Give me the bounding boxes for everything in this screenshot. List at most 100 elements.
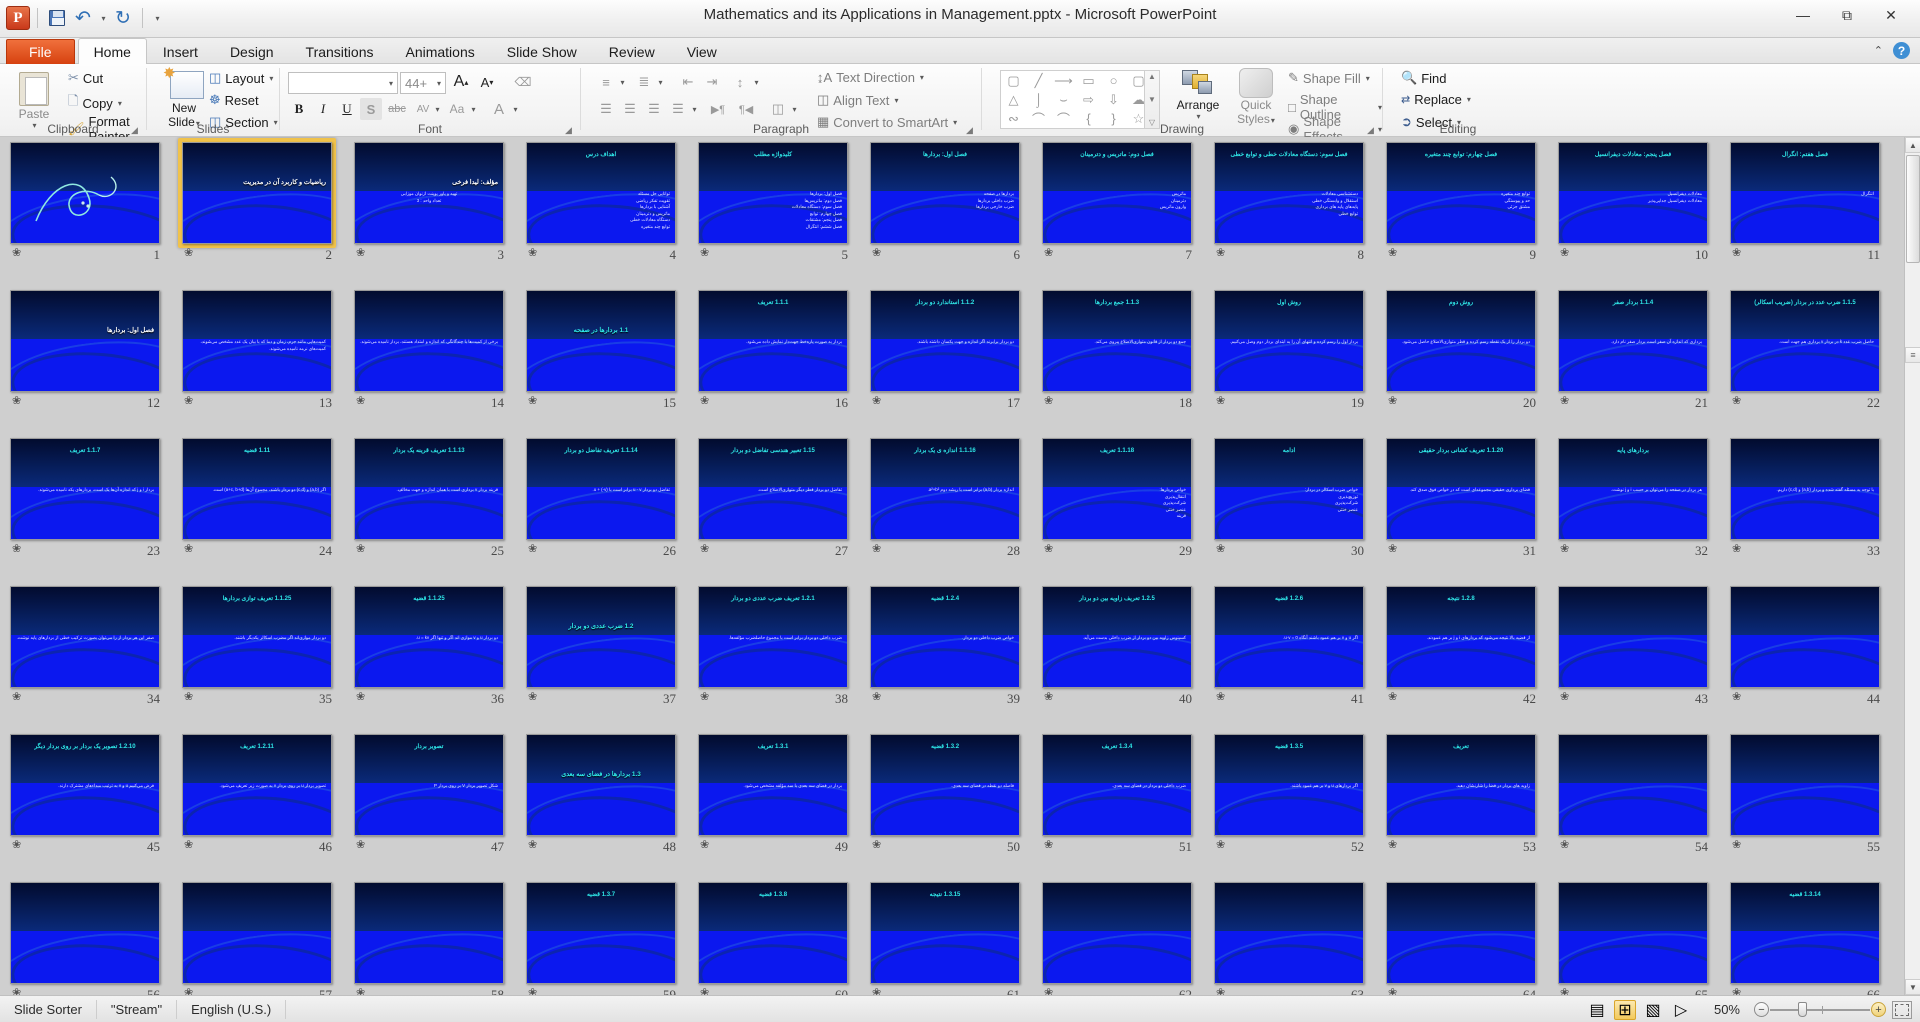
slide-thumbnail[interactable]: 1.1 بردارها در صفحه bbox=[526, 290, 676, 392]
columns-button[interactable]: ◫ bbox=[767, 98, 789, 120]
slide-thumbnail[interactable]: 1.2.1 تعریف ضرب عددی دو بردار ضرب داخلی د… bbox=[698, 586, 848, 688]
collapse-ribbon-icon[interactable]: ⌃ bbox=[1874, 44, 1883, 57]
slide-transition-icon[interactable]: ❀ bbox=[356, 988, 365, 996]
slide-transition-icon[interactable]: ❀ bbox=[700, 248, 709, 259]
slide-transition-icon[interactable]: ❀ bbox=[1216, 692, 1225, 703]
slide-thumbnail-cell[interactable]: صفر این هر بردار از را می‌توان بصورت ترک… bbox=[0, 581, 172, 729]
slide-thumbnail[interactable] bbox=[1042, 882, 1192, 984]
slide-thumbnail[interactable]: 1.1.7 تعریف بردار i و j که اندازه آن‌ها ی… bbox=[10, 438, 160, 540]
slide-thumbnail[interactable] bbox=[10, 882, 160, 984]
copy-button[interactable]: 🗋 Copy ▾ bbox=[68, 92, 122, 114]
slide-thumbnail-cell[interactable]: روش دوم دو بردار را از یک نقطه رسم کرده و… bbox=[1376, 285, 1548, 433]
scroll-down-button[interactable]: ▼ bbox=[1905, 979, 1920, 995]
scroll-up-icon[interactable]: ▲ bbox=[1148, 72, 1156, 81]
slide-transition-icon[interactable]: ❀ bbox=[1044, 988, 1053, 996]
slide-thumbnail[interactable]: 1.1.25 قضیه دو بردار u و v موازی اند اگر … bbox=[354, 586, 504, 688]
slide-thumbnail-cell[interactable]: روش اول بردار اول را رسم کرده و انتهای آن… bbox=[1204, 285, 1376, 433]
slide-thumbnail-cell[interactable]: 1.2.6 قضیه اگر u و v بر هم عمود باشند آنگ… bbox=[1204, 581, 1376, 729]
slide-thumbnail[interactable]: 1.1.14 تعریف تفاضل دو بردار تفاضل دو بردا… bbox=[526, 438, 676, 540]
slide-thumbnail-cell[interactable]: 1.2.1 تعریف ضرب عددی دو بردار ضرب داخلی د… bbox=[688, 581, 860, 729]
slide-thumbnail[interactable]: 1.3.15 نتیجه bbox=[870, 882, 1020, 984]
arrow-shape-icon[interactable]: ⟶ bbox=[1051, 71, 1076, 90]
shapes-gallery-scrollbar[interactable]: ▲ ▼ ▽ bbox=[1144, 71, 1159, 128]
justify-dropdown[interactable]: ▾ bbox=[689, 98, 699, 120]
slide-transition-icon[interactable]: ❀ bbox=[184, 544, 193, 555]
slide-thumbnail-cell[interactable]: ❀ 54 bbox=[1548, 729, 1720, 877]
slide-thumbnail[interactable] bbox=[1386, 882, 1536, 984]
slide-thumbnail[interactable]: 1.1.1 تعریف بردار به صورت پاره‌خط جهت‌دار… bbox=[698, 290, 848, 392]
drawing-dialog-launcher[interactable]: ◢ bbox=[1367, 125, 1378, 136]
slide-transition-icon[interactable]: ❀ bbox=[356, 248, 365, 259]
slide-thumbnail-cell[interactable]: فصل اول: بردارها بردارها در صفحه ضرب داخل… bbox=[860, 137, 1032, 285]
slide-thumbnail-cell[interactable]: 1.1.1 تعریف بردار به صورت پاره‌خط جهت‌دار… bbox=[688, 285, 860, 433]
slide-thumbnail-cell[interactable]: اهداف درس توانایی حل مسئله تقویت تفکر ریا… bbox=[516, 137, 688, 285]
align-left-button[interactable]: ☰ bbox=[595, 98, 617, 120]
slide-thumbnail[interactable] bbox=[1730, 586, 1880, 688]
slide-thumbnail[interactable] bbox=[1558, 882, 1708, 984]
slide-transition-icon[interactable]: ❀ bbox=[1216, 396, 1225, 407]
slide-transition-icon[interactable]: ❀ bbox=[1388, 544, 1397, 555]
slide-thumbnail[interactable]: 1.1.5 ضرب عدد در بردار (ضریب اسکالر) حاصل… bbox=[1730, 290, 1880, 392]
slide-thumbnail-cell[interactable]: فصل پنجم: معادلات دیفرانسیل معادلات دیفرا… bbox=[1548, 137, 1720, 285]
theme-status[interactable]: "Stream" bbox=[97, 999, 178, 1019]
slide-transition-icon[interactable]: ❀ bbox=[12, 988, 21, 996]
slide-transition-icon[interactable]: ❀ bbox=[1732, 396, 1741, 407]
decrease-indent-button[interactable]: ⇤ bbox=[677, 71, 699, 93]
slide-thumbnail[interactable]: فصل چهارم: توابع چند متغیره توابع چند متغ… bbox=[1386, 142, 1536, 244]
slide-transition-icon[interactable]: ❀ bbox=[1388, 396, 1397, 407]
slide-transition-icon[interactable]: ❀ bbox=[1216, 544, 1225, 555]
slide-thumbnail-cell[interactable]: ❀ 65 bbox=[1548, 877, 1720, 995]
slide-thumbnail[interactable]: 1.3.5 قضیه اگر بردارهای u و v بر هم عمود … bbox=[1214, 734, 1364, 836]
zoom-in-button[interactable]: + bbox=[1871, 1002, 1886, 1017]
slide-transition-icon[interactable]: ❀ bbox=[1732, 988, 1741, 996]
slide-thumbnail[interactable]: 1.2.4 قضیه خواص ضرب داخلی دو بردار. bbox=[870, 586, 1020, 688]
slide-thumbnail[interactable]: 1.11 قضیه اگر (a,b) و (c,d) دو بردار باشن… bbox=[182, 438, 332, 540]
slide-thumbnail[interactable]: 1.3.14 قضیه bbox=[1730, 882, 1880, 984]
elbow-connector-icon[interactable]: ⌡ bbox=[1026, 90, 1051, 109]
slide-transition-icon[interactable]: ❀ bbox=[700, 396, 709, 407]
oval-shape-icon[interactable]: ○ bbox=[1101, 71, 1126, 90]
slide-thumbnail-cell[interactable]: 1.1.18 تعریف خواص بردارها: انتقال‌پذیری ش… bbox=[1032, 433, 1204, 581]
character-spacing-dropdown[interactable]: ▾ bbox=[432, 98, 442, 120]
slide-thumbnail[interactable]: بردارهای پایه هر بردار در صفحه را می‌توان… bbox=[1558, 438, 1708, 540]
elbow-arrow-icon[interactable]: ⌣ bbox=[1051, 90, 1076, 109]
slide-thumbnail-cell[interactable]: 1.2.8 نتیجه از قضیه بالا نتیجه می‌شود که … bbox=[1376, 581, 1548, 729]
slide-thumbnail[interactable]: 1.3.7 قضیه bbox=[526, 882, 676, 984]
slide-transition-icon[interactable]: ❀ bbox=[184, 840, 193, 851]
slide-transition-icon[interactable]: ❀ bbox=[1044, 544, 1053, 555]
italic-button[interactable]: I bbox=[312, 98, 334, 120]
slide-thumbnail[interactable]: 1.2 ضرب عددی دو بردار bbox=[526, 586, 676, 688]
font-size-input[interactable]: 44+ ▾ bbox=[400, 72, 446, 94]
slide-thumbnail-cell[interactable]: 1.3.4 تعریف ضرب داخلی دو بردار در فضای سه… bbox=[1032, 729, 1204, 877]
grow-font-button[interactable]: A ▴ bbox=[450, 71, 472, 93]
slide-thumbnail-cell[interactable]: ❀ 43 bbox=[1548, 581, 1720, 729]
slide-thumbnail-cell[interactable]: 1.1.3 جمع بردارها جمع دو بردار از قانون م… bbox=[1032, 285, 1204, 433]
tab-transitions[interactable]: Transitions bbox=[290, 39, 390, 64]
slide-transition-icon[interactable]: ❀ bbox=[12, 840, 21, 851]
slide-thumbnail-cell[interactable]: ❀ 58 bbox=[344, 877, 516, 995]
font-name-input[interactable]: ▾ bbox=[288, 72, 398, 94]
slide-thumbnail-cell[interactable]: برخی از کمیت‌ها با چندگانگی که اندازه و … bbox=[344, 285, 516, 433]
slide-transition-icon[interactable]: ❀ bbox=[700, 692, 709, 703]
slide-thumbnail-cell[interactable]: فصل دوم: ماتریس و دترمینان ماتریس دترمینا… bbox=[1032, 137, 1204, 285]
increase-indent-button[interactable]: ⇥ bbox=[701, 71, 723, 93]
slide-thumbnail-cell[interactable]: 1.3.8 قضیه ❀ 60 bbox=[688, 877, 860, 995]
slide-transition-icon[interactable]: ❀ bbox=[528, 988, 537, 996]
slide-thumbnail[interactable]: 1.3.1 تعریف بردار در فضای سه بعدی با سه م… bbox=[698, 734, 848, 836]
slide-transition-icon[interactable]: ❀ bbox=[184, 988, 193, 996]
slide-thumbnail[interactable]: 1.2.5 تعریف زاویه بین دو بردار کسینوس زاو… bbox=[1042, 586, 1192, 688]
slide-thumbnail-cell[interactable]: فصل هفتم: انگرال انتگرال ❀ 11 bbox=[1720, 137, 1892, 285]
minimize-button[interactable]: — bbox=[1782, 2, 1824, 28]
slide-transition-icon[interactable]: ❀ bbox=[700, 544, 709, 555]
slide-thumbnail-cell[interactable]: 1.1 بردارها در صفحه ❀ 15 bbox=[516, 285, 688, 433]
slide-thumbnail[interactable] bbox=[1558, 734, 1708, 836]
slide-thumbnail-cell[interactable]: 1.3 بردارها در فضای سه بعدی ❀ 48 bbox=[516, 729, 688, 877]
slide-thumbnail-cell[interactable]: 1.1.20 تعریف كشانی بردار حقیقی فضای بردار… bbox=[1376, 433, 1548, 581]
slide-thumbnail-cell[interactable]: ادامه خواص ضرب اسکالر در بردار: توزیع‌پذی… bbox=[1204, 433, 1376, 581]
slide-thumbnail[interactable]: مؤلف: لیدا فرخی تهیه و پاور پوینت ازنوان … bbox=[354, 142, 504, 244]
tab-animations[interactable]: Animations bbox=[389, 39, 490, 64]
layout-button[interactable]: ◫ Layout ▾ bbox=[209, 70, 273, 86]
line-spacing-button[interactable]: ↕ bbox=[729, 71, 751, 93]
slide-transition-icon[interactable]: ❀ bbox=[528, 544, 537, 555]
slide-thumbnail-cell[interactable]: 1.2.11 تعریف تصویر بردار u بر روی بردار v… bbox=[172, 729, 344, 877]
